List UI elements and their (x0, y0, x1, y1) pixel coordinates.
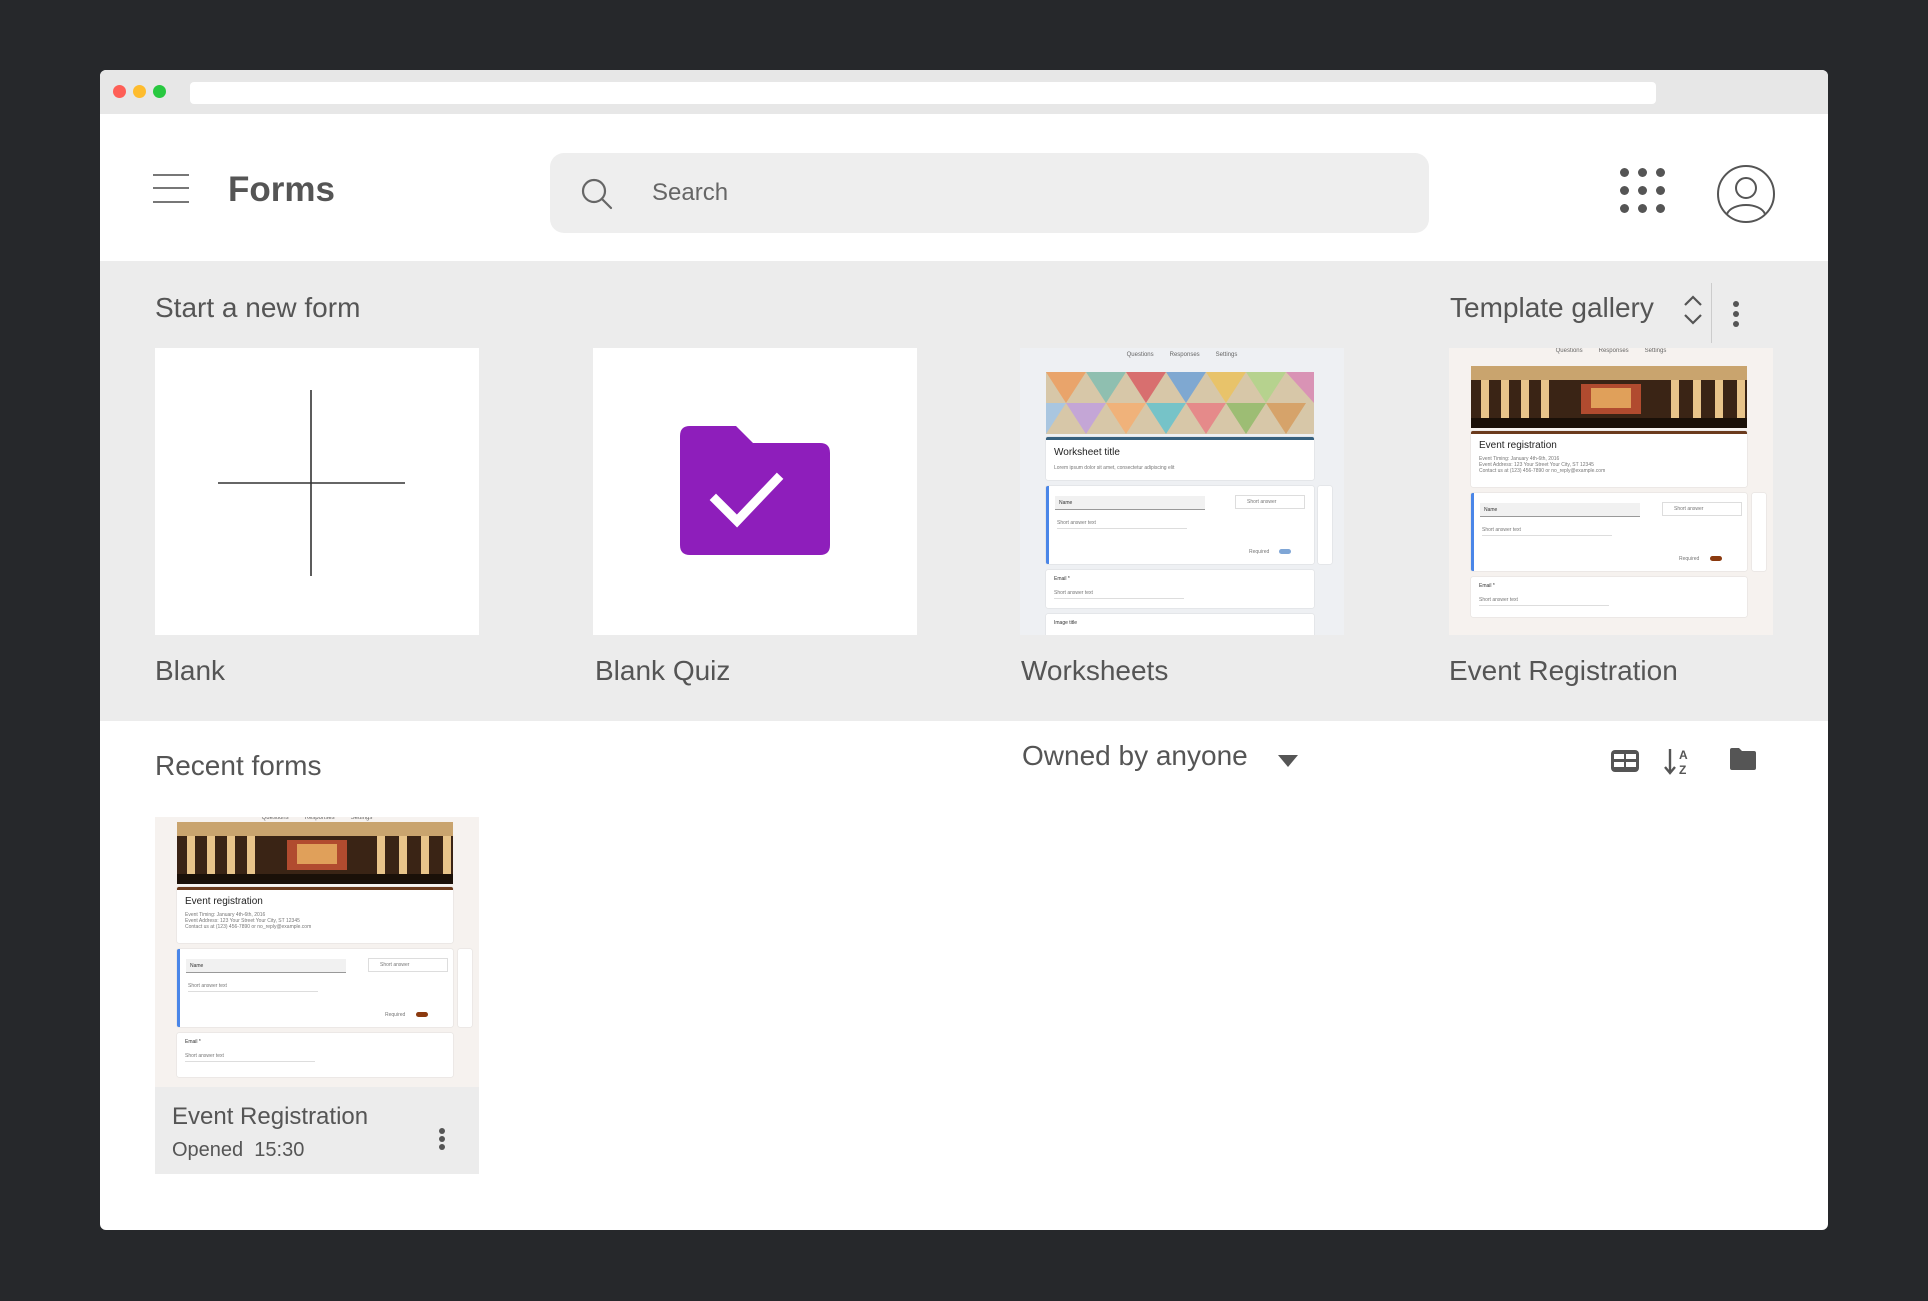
svg-text:Z: Z (1679, 763, 1686, 776)
worksheet-preview-tabs: Questions Responses Settings (1126, 352, 1238, 358)
close-window-button[interactable] (113, 85, 126, 98)
event-email-card: Email * Short answer text (1471, 577, 1747, 617)
owner-filter-dropdown[interactable]: Owned by anyone (1022, 740, 1248, 772)
search-input[interactable] (652, 173, 1352, 213)
app-title: Forms (228, 170, 335, 209)
form-more-options-icon[interactable] (438, 1128, 446, 1154)
worksheet-image-card: Image title (1046, 614, 1314, 635)
template-label-blank: Blank (155, 655, 226, 686)
template-label-blank-quiz: Blank Quiz (595, 655, 731, 686)
toolbar-divider (1711, 283, 1712, 343)
recent-form-name: Event Registration (172, 1103, 369, 1130)
template-card-event-registration[interactable]: Questions Responses Settings Event registr… (1449, 348, 1773, 635)
more-options-icon[interactable] (1732, 301, 1740, 327)
template-label-worksheets: Worksheets (1021, 655, 1169, 686)
account-avatar-icon[interactable] (1716, 164, 1776, 224)
template-card-blank-quiz[interactable] (593, 348, 917, 635)
dropdown-arrow-icon[interactable] (1277, 754, 1299, 768)
recent-form-thumbnail: Questions Responses Settings Event registr… (155, 817, 479, 1087)
worksheet-email-card: Email * Short answer text (1046, 570, 1314, 608)
minimize-window-button[interactable] (133, 85, 146, 98)
plus-icon (218, 390, 405, 576)
recent-form-opened: Opened 15:30 (172, 1139, 305, 1161)
browser-window: Forms Start a new form Template gallery (100, 70, 1828, 1230)
template-gallery-toggle[interactable]: Template gallery (1450, 292, 1702, 332)
worksheet-question-card: Name Short answer Short answer text Requ… (1046, 486, 1314, 564)
recent-form-footer: Event Registration Opened 15:30 (155, 1087, 479, 1174)
list-view-icon[interactable] (1610, 748, 1640, 774)
event-question-card: Name Short answer Short answer text Requ… (1471, 493, 1747, 571)
svg-text:A: A (1679, 748, 1688, 762)
maximize-window-button[interactable] (153, 85, 166, 98)
event-title-card: Event registration Event Timing: January… (1471, 431, 1747, 487)
browser-chrome (100, 70, 1828, 114)
sort-az-icon[interactable]: A Z (1664, 746, 1694, 776)
worksheet-header-image (1046, 372, 1314, 434)
quiz-folder-check-icon (680, 426, 830, 555)
event-preview-tabs: Questions Responses Settings (1555, 348, 1667, 354)
start-new-form-section: Start a new form Template gallery Blank (100, 261, 1828, 721)
event-side-toolbar (1752, 493, 1766, 571)
worksheet-title-card: Worksheet title Lorem ipsum dolor sit am… (1046, 437, 1314, 480)
recent-forms-title: Recent forms (155, 750, 322, 781)
template-card-blank[interactable] (155, 348, 479, 635)
template-gallery-label: Template gallery (1450, 292, 1654, 323)
address-bar[interactable] (190, 82, 1656, 104)
start-section-title: Start a new form (155, 292, 361, 323)
recent-form-card[interactable]: Questions Responses Settings Event registr… (155, 817, 479, 1174)
search-bar[interactable] (550, 153, 1429, 233)
apps-grid-icon[interactable] (1618, 166, 1666, 214)
search-icon (581, 178, 613, 210)
folder-icon[interactable] (1728, 746, 1758, 772)
template-card-worksheets[interactable]: Questions Responses Settings Worksheet tit… (1020, 348, 1344, 635)
main-menu-icon[interactable] (153, 172, 189, 204)
worksheet-side-toolbar (1318, 486, 1332, 564)
app-header: Forms (100, 114, 1828, 261)
template-label-event-registration: Event Registration (1449, 655, 1678, 686)
expand-collapse-icon (1684, 295, 1702, 325)
event-header-image (1471, 366, 1747, 428)
